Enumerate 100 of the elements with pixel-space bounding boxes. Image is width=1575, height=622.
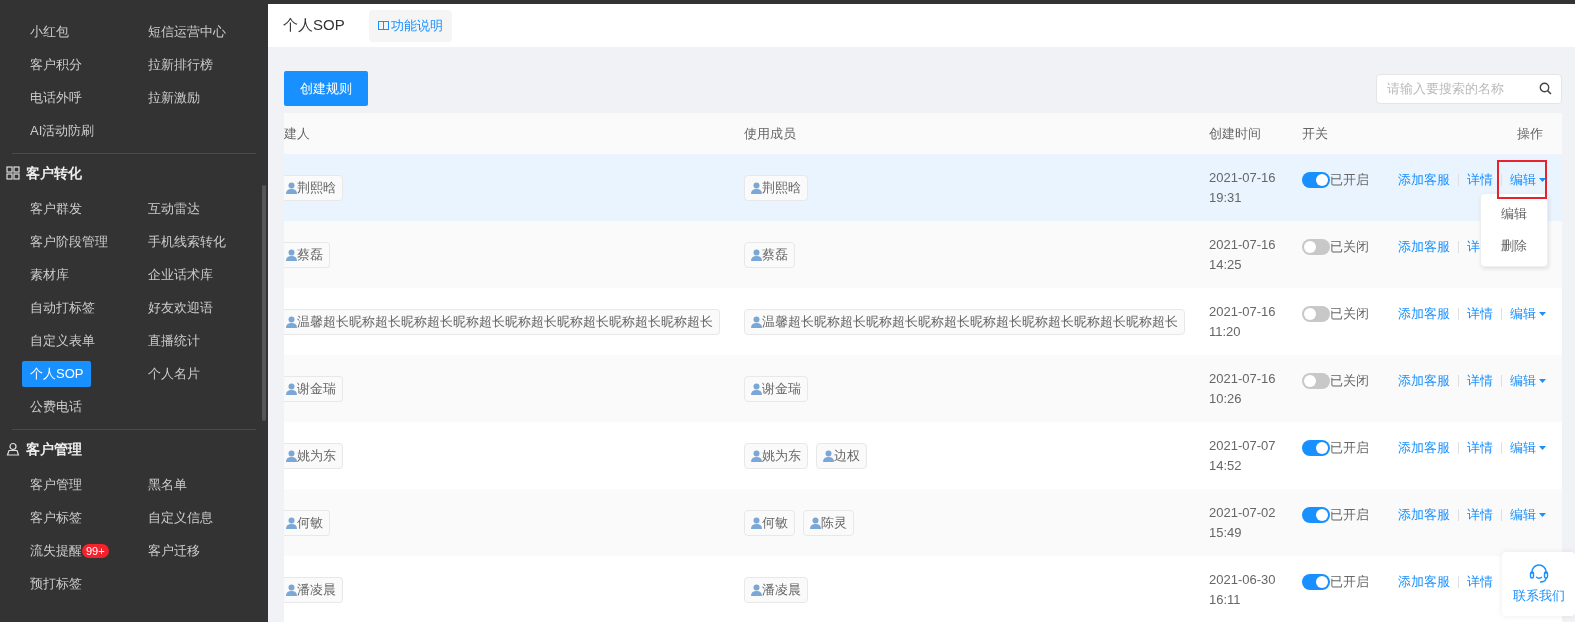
date-text: 2021-07-16 xyxy=(1209,302,1277,321)
column-header: 创建时间 xyxy=(1209,125,1261,141)
date-text: 2021-07-07 xyxy=(1209,436,1277,455)
search-icon xyxy=(1539,81,1552,95)
search-field[interactable]: 请输入要搜索的名称 xyxy=(1376,73,1562,104)
caret-icon xyxy=(1539,445,1546,450)
sidebar-item[interactable]: 拉新排行榜 xyxy=(140,51,221,78)
person-icon xyxy=(751,181,762,194)
user-tag: 荆熙晗 xyxy=(744,174,808,201)
sidebar-item[interactable]: 客户阶段管理 xyxy=(22,228,116,255)
user-tag: 温馨超长昵称超长昵称超长昵称超长昵称超长昵称超长昵称超长昵称超长 xyxy=(744,308,1185,335)
scrollbar[interactable] xyxy=(262,185,266,421)
user-tag: 蔡磊 xyxy=(744,241,795,268)
book-icon xyxy=(377,20,389,31)
sidebar-item[interactable]: 手机线索转化 xyxy=(140,228,234,255)
switch-label: 已开启 xyxy=(1330,573,1369,591)
sidebar-item[interactable]: 素材库 xyxy=(22,261,77,288)
sidebar-item[interactable]: 电话外呼 xyxy=(22,84,90,111)
sidebar-group-title[interactable]: 客户转化 xyxy=(26,162,82,184)
grid-icon xyxy=(6,166,20,180)
sidebar-item[interactable]: 拉新激励 xyxy=(140,84,208,111)
sidebar-group-title[interactable]: 客户管理 xyxy=(26,438,82,460)
sidebar-item[interactable]: 客户迁移 xyxy=(140,537,208,564)
headset-icon xyxy=(1527,562,1550,585)
sidebar-item[interactable]: 预打标签 xyxy=(22,570,90,597)
person-icon xyxy=(286,315,297,328)
column-header: 使用成员 xyxy=(744,125,796,141)
date-text: 2021-07-16 xyxy=(1209,369,1277,388)
sidebar-item[interactable]: AI活动防刷 xyxy=(22,117,103,144)
user-tag: 姚为东 xyxy=(744,442,808,469)
person-icon xyxy=(286,583,297,596)
menu-item[interactable]: 删除 xyxy=(1481,230,1547,262)
date-text: 2021-06-30 xyxy=(1209,570,1277,589)
sidebar-item[interactable]: 好友欢迎语 xyxy=(140,294,221,321)
switch-label: 已关闭 xyxy=(1330,305,1369,323)
toggle-switch[interactable] xyxy=(1302,238,1330,255)
toggle-switch[interactable] xyxy=(1302,372,1330,389)
toggle-switch[interactable] xyxy=(1302,439,1330,456)
menu-item[interactable]: 编辑 xyxy=(1481,198,1547,230)
date-text: 2021-07-16 xyxy=(1209,168,1277,187)
time-text: 16:11 xyxy=(1209,590,1242,609)
time-text: 14:52 xyxy=(1209,456,1243,475)
person-icon xyxy=(751,449,762,462)
sidebar-item[interactable]: 客户管理 xyxy=(22,471,90,498)
time-text: 14:25 xyxy=(1209,255,1243,274)
user-tag: 谢金瑞 xyxy=(284,375,343,402)
sidebar-item[interactable]: 企业话术库 xyxy=(140,261,221,288)
caret-icon xyxy=(1539,177,1546,182)
sidebar-item[interactable]: 个人名片 xyxy=(140,360,208,387)
time-text: 10:26 xyxy=(1209,389,1243,408)
sidebar-item[interactable]: 客户积分 xyxy=(22,51,90,78)
caret-icon xyxy=(1539,378,1546,383)
switch-label: 已关闭 xyxy=(1330,238,1369,256)
sidebar-item[interactable]: 客户群发 xyxy=(22,195,90,222)
time-text: 15:49 xyxy=(1209,523,1243,542)
switch-label: 已关闭 xyxy=(1330,372,1369,390)
user-tag: 何敏 xyxy=(284,509,330,536)
sidebar-item[interactable]: 直播统计 xyxy=(140,327,208,354)
person-icon xyxy=(823,449,834,462)
caret-icon xyxy=(1539,311,1546,316)
time-text: 11:20 xyxy=(1209,322,1242,341)
person-icon xyxy=(286,248,297,261)
date-text: 2021-07-16 xyxy=(1209,235,1277,254)
caret-icon xyxy=(1539,512,1546,517)
switch-label: 已开启 xyxy=(1330,506,1369,524)
toggle-switch[interactable] xyxy=(1302,171,1330,188)
user-tag: 陈灵 xyxy=(803,509,854,536)
user-tag: 温馨超长昵称超长昵称超长昵称超长昵称超长昵称超长昵称超长昵称超长 xyxy=(284,308,720,335)
person-icon xyxy=(286,382,297,395)
sidebar-item[interactable]: 小红包 xyxy=(22,18,77,45)
highlight-frame xyxy=(1497,160,1547,199)
user-tag: 边权 xyxy=(816,442,867,469)
toggle-switch[interactable] xyxy=(1302,573,1330,590)
sidebar-item[interactable]: 客户标签 xyxy=(22,504,90,531)
person-icon xyxy=(286,449,297,462)
person-icon xyxy=(751,382,762,395)
person-icon xyxy=(810,516,821,529)
sidebar-item[interactable]: 自定义表单 xyxy=(22,327,103,354)
sidebar-item[interactable]: 黑名单 xyxy=(140,471,195,498)
user-tag: 姚为东 xyxy=(284,442,343,469)
user-tag: 谢金瑞 xyxy=(744,375,808,402)
column-header: 开关 xyxy=(1302,125,1328,141)
sidebar-item[interactable]: 公费电话 xyxy=(22,393,90,420)
user-tag: 蔡磊 xyxy=(284,241,330,268)
person-icon xyxy=(286,181,297,194)
person-icon xyxy=(286,516,297,529)
user-tag: 潘凌晨 xyxy=(744,576,808,603)
page-title: 个人SOP xyxy=(283,15,345,36)
time-text: 19:31 xyxy=(1209,188,1243,207)
toggle-switch[interactable] xyxy=(1302,506,1330,523)
sidebar-item[interactable]: 自定义信息 xyxy=(140,504,221,531)
sidebar-item[interactable]: 自动打标签 xyxy=(22,294,103,321)
sidebar-item[interactable]: 短信运营中心 xyxy=(140,18,234,45)
sidebar-item[interactable]: 互动雷达 xyxy=(140,195,208,222)
user-tag: 潘凌晨 xyxy=(284,576,343,603)
date-text: 2021-07-02 xyxy=(1209,503,1277,522)
switch-label: 已开启 xyxy=(1330,171,1369,189)
toggle-switch[interactable] xyxy=(1302,305,1330,322)
person-icon xyxy=(751,516,762,529)
switch-label: 已开启 xyxy=(1330,439,1369,457)
